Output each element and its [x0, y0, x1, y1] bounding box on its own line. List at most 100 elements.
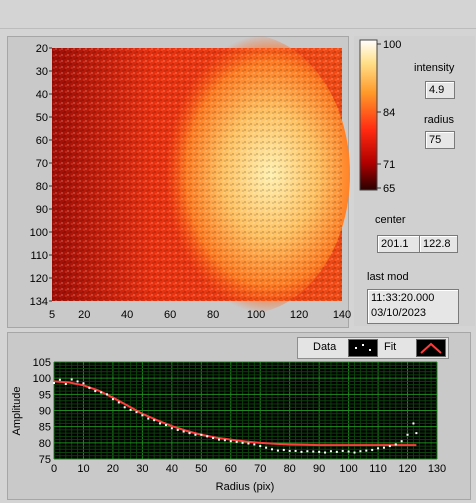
data-point: [58, 378, 61, 381]
colorbar-tick: 100: [383, 39, 401, 51]
data-point: [117, 401, 120, 404]
heatmap-x-axis: 5 20 40 60 80 100 120 140: [49, 309, 351, 321]
data-point: [235, 440, 238, 443]
data-point: [371, 448, 374, 451]
data-point: [100, 391, 103, 394]
y-tick-label: 105: [33, 357, 51, 369]
data-point: [206, 435, 209, 438]
data-point: [400, 440, 403, 443]
fit-chart[interactable]: 0 10 20 30 40 50 60 70 80 90 100 110 120 130 75 80 85 90 9…: [7, 356, 469, 498]
data-point: [70, 378, 73, 381]
heatmap-x-tick: 100: [247, 309, 265, 321]
x-tick-label: 50: [195, 463, 207, 475]
heatmap-image: [52, 36, 350, 314]
y-tick-label: 90: [39, 406, 51, 418]
x-tick-label: 100: [339, 463, 357, 475]
data-point: [106, 393, 109, 396]
y-tick-label: 100: [33, 373, 51, 385]
heatmap-y-tick: 90: [36, 204, 48, 216]
data-point: [288, 449, 291, 452]
data-point: [388, 445, 391, 448]
center-y-value[interactable]: 122.8: [419, 235, 458, 253]
data-point: [241, 441, 244, 444]
heatmap-y-tick: 120: [30, 273, 48, 285]
heatmap-y-tick: 30: [36, 66, 48, 78]
heatmap-x-tick: 40: [121, 309, 133, 321]
heatmap-y-axis: 20 30 40 50 60 70 80 90 100 110 120 134: [30, 43, 52, 308]
data-point: [382, 446, 385, 449]
data-point: [141, 414, 144, 417]
center-label: center: [375, 214, 406, 226]
x-tick-label: 60: [225, 463, 237, 475]
x-tick-label: 130: [428, 463, 446, 475]
heatmap-x-tick: 5: [49, 309, 55, 321]
data-point: [229, 440, 232, 443]
x-tick-label: 110: [369, 463, 387, 475]
intensity-value[interactable]: 4.9: [425, 81, 455, 99]
data-point: [312, 450, 315, 453]
x-tick-label: 10: [77, 463, 89, 475]
data-point: [294, 449, 297, 452]
y-tick-label: 85: [39, 422, 51, 434]
last-mod-field[interactable]: 11:33:20.000 03/10/2023: [367, 289, 459, 324]
legend-data-label: Data: [313, 341, 337, 353]
last-mod-label: last mod: [367, 271, 409, 283]
data-point: [335, 450, 338, 453]
colorbar-ramp: [359, 39, 378, 191]
heatmap-y-tick: 80: [36, 181, 48, 193]
radius-label: radius: [424, 114, 454, 126]
data-point: [247, 442, 250, 445]
colorbar-tick: 65: [383, 183, 395, 195]
heatmap-y-tick: 50: [36, 112, 48, 124]
data-point: [223, 439, 226, 442]
heatmap-graph[interactable]: 20 30 40 50 60 70 80 90 100 110 120 134 5 20 40 60 80 10…: [7, 36, 352, 328]
x-tick-label: 0: [51, 463, 57, 475]
data-point: [318, 450, 321, 453]
heatmap-y-tick: 60: [36, 135, 48, 147]
data-point: [306, 450, 309, 453]
heatmap-y-tick: 100: [30, 227, 48, 239]
data-point: [64, 382, 67, 385]
data-point: [406, 433, 409, 436]
top-toolbar: [0, 0, 476, 29]
data-point: [377, 447, 380, 450]
x-tick-label: 20: [107, 463, 119, 475]
x-tick-label: 30: [136, 463, 148, 475]
last-mod-date: 03/10/2023: [371, 307, 427, 319]
center-x-value[interactable]: 201.1⁠: [377, 235, 420, 253]
data-point: [153, 419, 156, 422]
data-point: [88, 386, 91, 389]
data-point: [200, 433, 203, 436]
radius-value[interactable]: 75: [425, 131, 455, 149]
data-point: [324, 451, 327, 454]
data-point: [170, 427, 173, 430]
data-point: [347, 450, 350, 453]
data-point: [217, 438, 220, 441]
data-point: [271, 448, 274, 451]
heatmap-x-tick: 60: [164, 309, 176, 321]
data-point: [365, 449, 368, 452]
data-point: [359, 450, 362, 453]
data-point: [82, 382, 85, 385]
data-point: [212, 436, 215, 439]
heatmap-y-tick: 70: [36, 158, 48, 170]
data-point: [329, 450, 332, 453]
y-tick-label: 95: [39, 389, 51, 401]
y-axis-label: Amplitude: [11, 387, 23, 436]
data-point: [159, 422, 162, 425]
data-point: [176, 428, 179, 431]
legend-fit-label: Fit: [384, 341, 397, 353]
heatmap-y-tick: 20: [36, 43, 48, 55]
data-point: [300, 450, 303, 453]
x-tick-label: 120: [398, 463, 416, 475]
heatmap-x-tick: 120: [290, 309, 308, 321]
colorbar[interactable]: 100 84 71 65: [356, 36, 406, 196]
heatmap-x-tick: 140: [333, 309, 351, 321]
data-point: [353, 451, 356, 454]
data-point: [341, 449, 344, 452]
data-point: [394, 443, 397, 446]
data-point: [147, 417, 150, 420]
data-point: [276, 449, 279, 452]
heatmap-x-tick: 20: [78, 309, 90, 321]
data-point: [188, 432, 191, 435]
